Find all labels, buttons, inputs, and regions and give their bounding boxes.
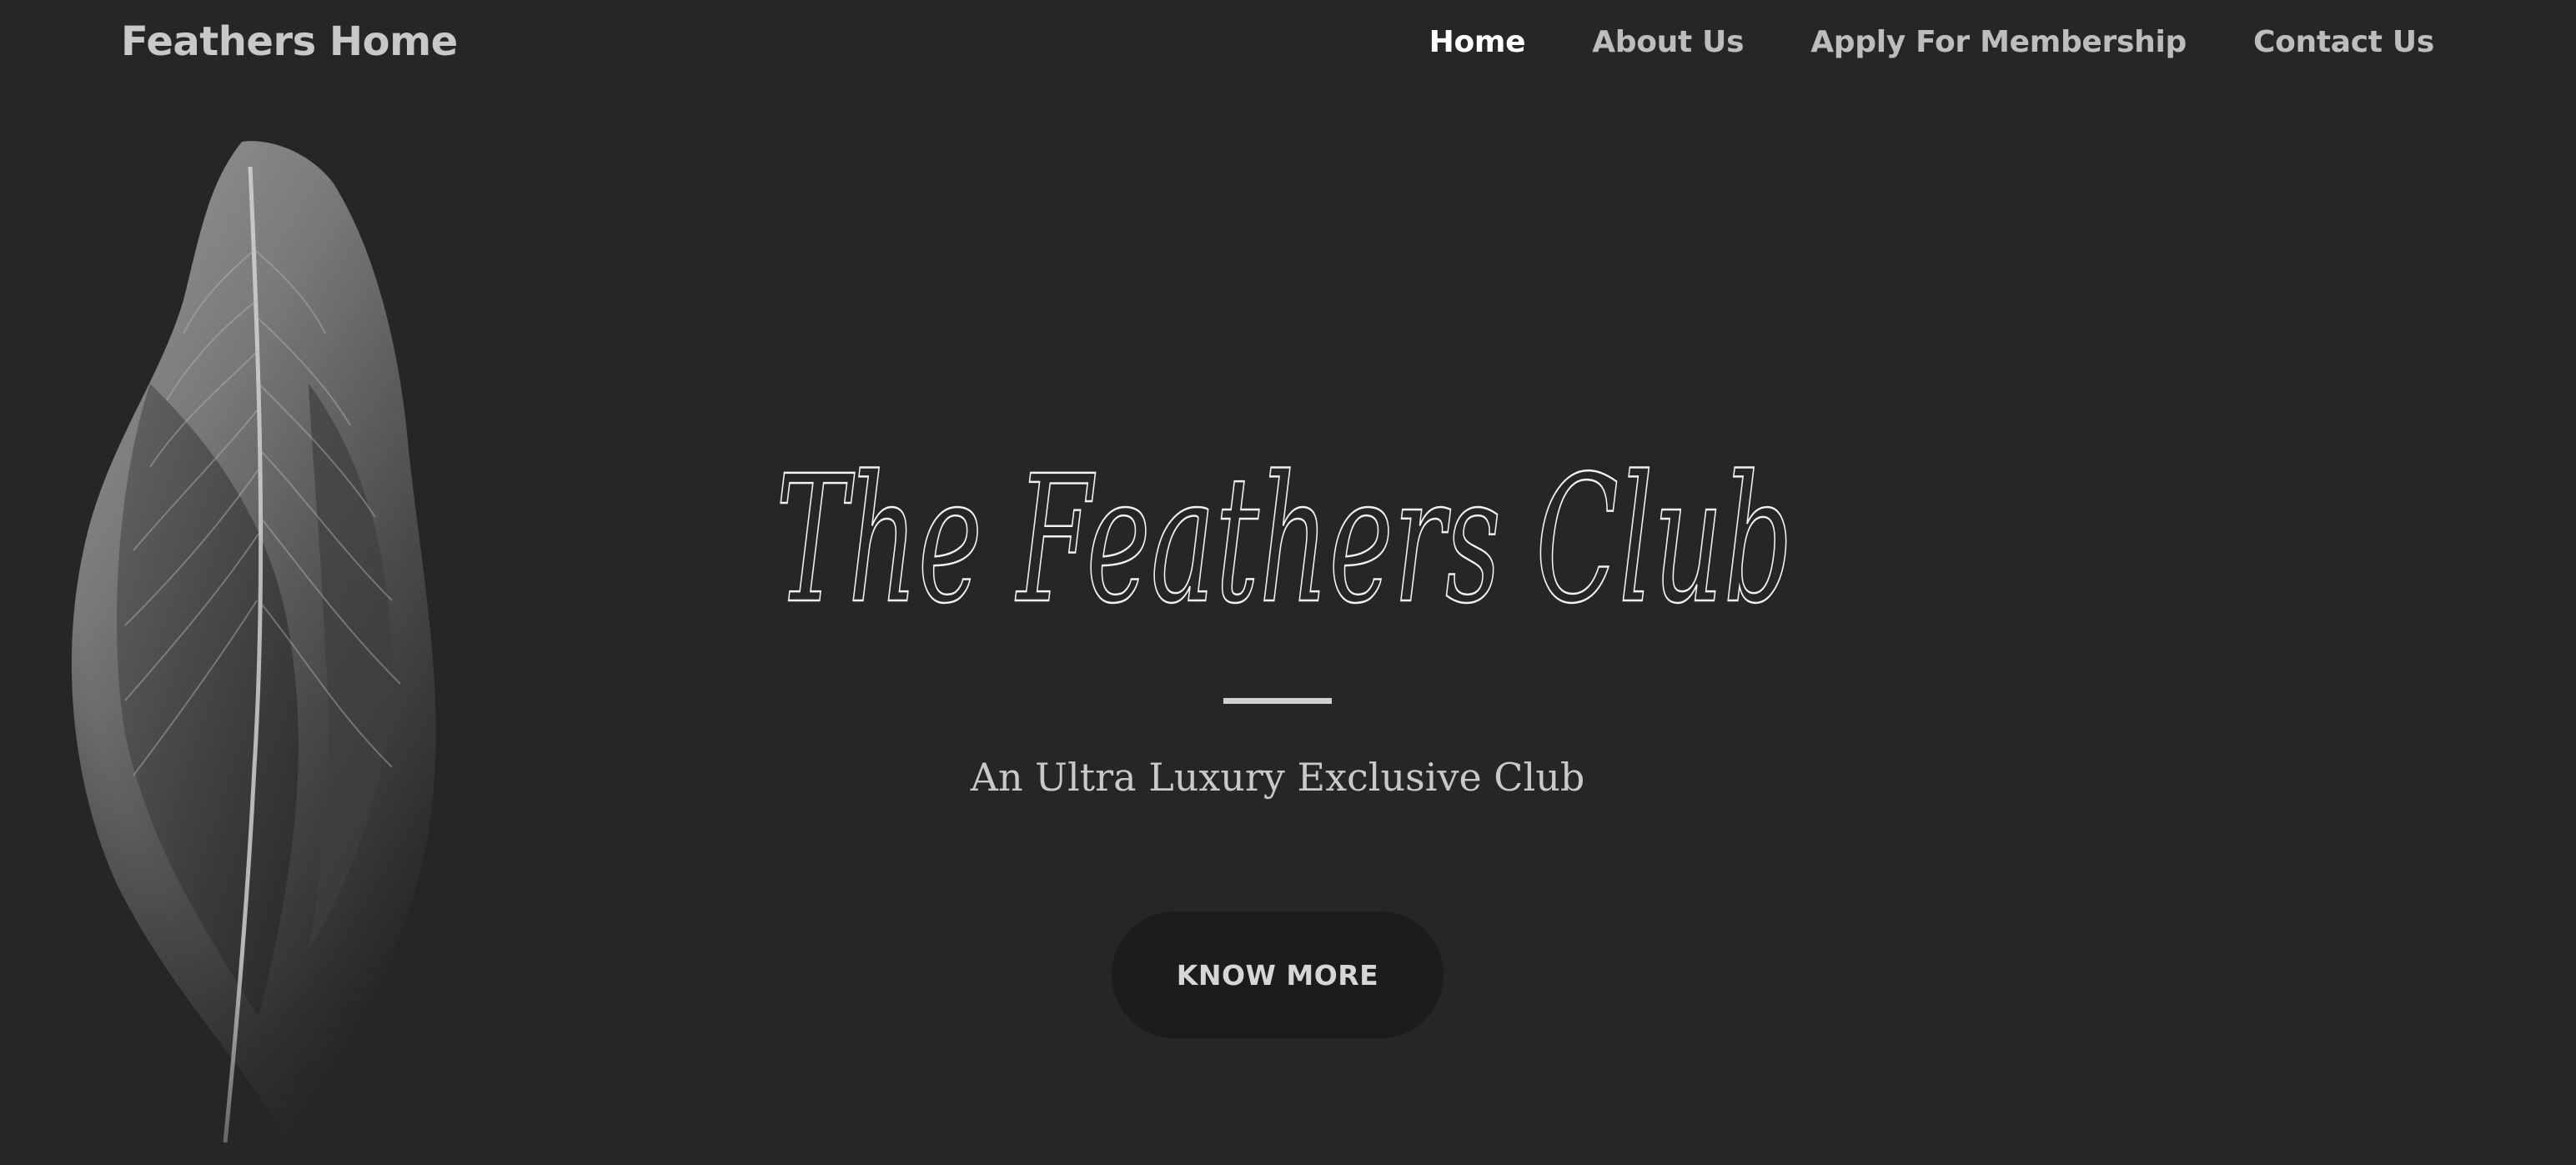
hero-subtitle: An Ultra Luxury Exclusive Club [970,755,1585,800]
nav-item-about: About Us [1592,25,1744,59]
feather-image [58,133,559,1159]
nav-item-apply: Apply For Membership [1810,25,2187,59]
nav-link-home[interactable]: Home [1429,25,1526,59]
nav-link-about[interactable]: About Us [1592,25,1744,59]
nav-item-home: Home [1429,25,1526,59]
nav-link-apply-membership[interactable]: Apply For Membership [1810,25,2187,59]
nav-links: Home About Us Apply For Membership Conta… [1429,25,2435,59]
hero-title-text: The Feathers Club [776,438,1793,638]
brand-link[interactable]: Feathers Home [121,18,458,65]
nav-link-contact[interactable]: Contact Us [2253,25,2434,59]
page: Feathers Home Home About Us Apply For Me… [0,0,2576,1165]
navbar: Feathers Home Home About Us Apply For Me… [0,0,2576,90]
hero-title: The Feathers Club [767,437,1851,644]
nav-item-contact: Contact Us [2253,25,2434,59]
know-more-button[interactable]: KNOW MORE [1112,911,1444,1038]
hero-divider [1223,698,1332,704]
